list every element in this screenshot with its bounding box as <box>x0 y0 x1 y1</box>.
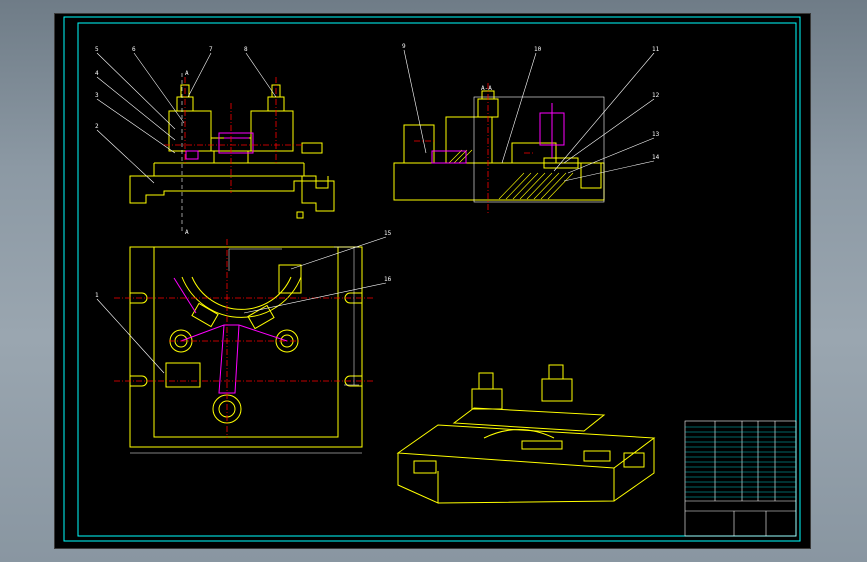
section-title: A-A <box>481 85 492 92</box>
cut-plane-mark: A <box>185 70 189 77</box>
part-number-5: 5 <box>95 46 99 53</box>
part-number-11: 11 <box>652 46 660 53</box>
leader-line-6 <box>133 52 185 124</box>
part-number-16: 16 <box>384 276 392 283</box>
inner-frame <box>77 22 797 537</box>
engineering-drawing: A-A 12345 6 7 8 9 10 111213141516AA <box>63 16 801 542</box>
part-number-4: 4 <box>95 70 99 77</box>
cut-plane-mark: A <box>185 229 189 236</box>
leader-line-9 <box>403 49 427 154</box>
part-labels: 12345 6 7 8 9 10 111213141516AA <box>95 43 660 299</box>
part-number-8: 8 <box>244 46 248 53</box>
section-view <box>393 90 605 201</box>
leader-line-8 <box>245 52 277 98</box>
front-view-hidden <box>185 132 254 160</box>
isometric-view <box>396 364 656 504</box>
section-hatching <box>448 149 574 200</box>
top-view <box>129 246 363 454</box>
leader-line-7 <box>187 52 212 98</box>
leader-line-3 <box>96 98 176 154</box>
part-number-10: 10 <box>534 46 542 53</box>
leader-line-10 <box>501 52 537 164</box>
part-number-14: 14 <box>652 154 660 161</box>
cad-viewport[interactable]: A-A 1 2 3 4 5 6 7 8 9 10 11 12 13 14 15 … <box>54 13 811 549</box>
title-block <box>684 420 797 537</box>
part-number-3: 3 <box>95 92 99 99</box>
part-number-15: 15 <box>384 230 392 237</box>
leader-line-5 <box>96 52 176 130</box>
part-number-2: 2 <box>95 123 99 130</box>
leader-line-4 <box>96 76 176 141</box>
part-number-6: 6 <box>132 46 136 53</box>
leader-line-2 <box>96 129 155 184</box>
leader-line-12 <box>563 98 655 164</box>
part-number-9: 9 <box>402 43 406 50</box>
leader-line-13 <box>567 137 655 174</box>
front-view <box>129 84 335 219</box>
part-number-7: 7 <box>209 46 213 53</box>
leader-lines <box>96 49 655 374</box>
part-number-12: 12 <box>652 92 660 99</box>
part-number-13: 13 <box>652 131 660 138</box>
top-view-centerlines <box>114 239 374 438</box>
part-number-1: 1 <box>95 292 99 299</box>
parts-list-rows <box>685 426 796 498</box>
